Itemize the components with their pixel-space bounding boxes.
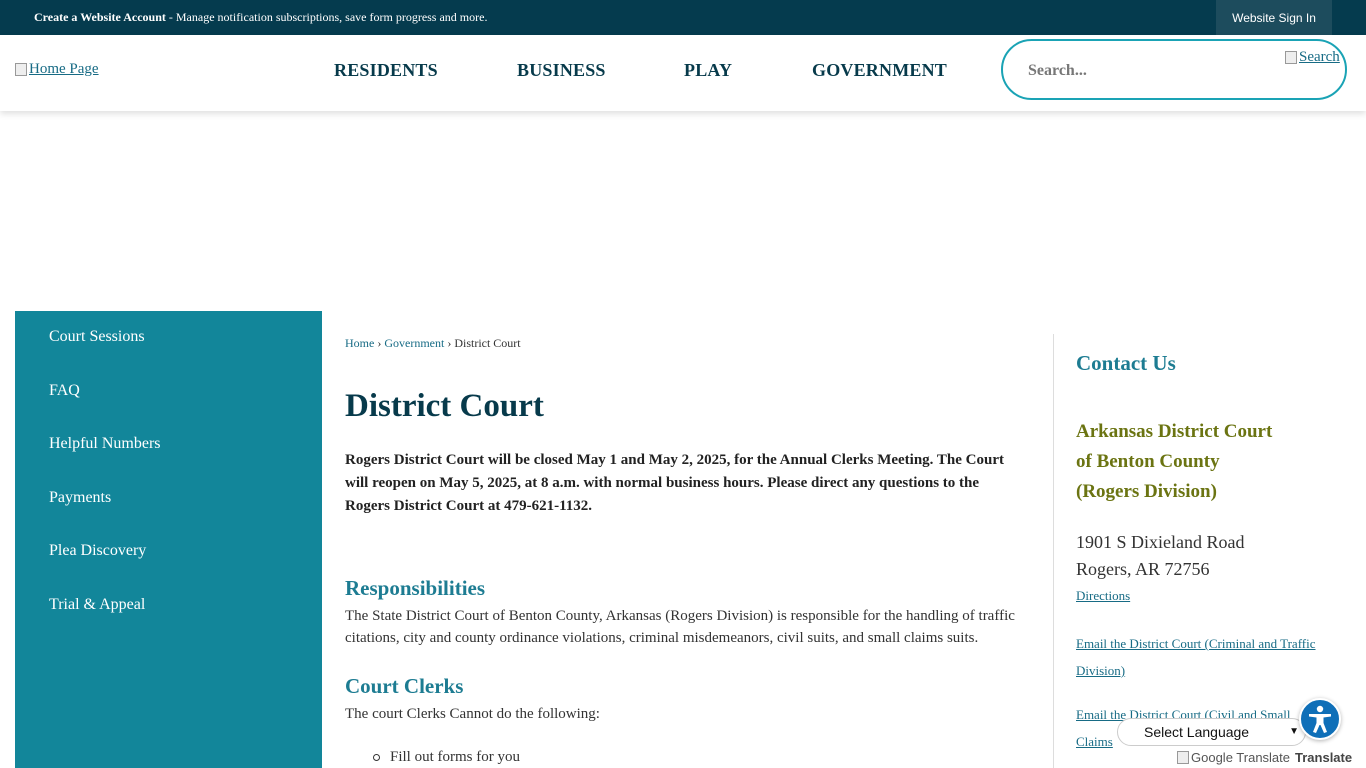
sidebar-nav: Court Sessions FAQ Helpful Numbers Payme… [15,311,322,768]
google-translate-alt: Google Translate [1191,750,1291,765]
account-banner: Create a Website Account - Manage notifi… [34,10,487,25]
search-placeholder: Search... [1028,62,1087,79]
website-sign-in-button[interactable]: Website Sign In [1216,0,1332,35]
breadcrumb-separator: › [447,336,452,350]
create-account-link[interactable]: Create a Website Account [34,10,166,24]
breadcrumb-current: District Court [454,336,521,350]
account-description: - Manage notification subscriptions, sav… [165,10,488,24]
sidebar-item-faq[interactable]: FAQ [49,382,80,400]
google-translate-credit: Google Translate Translate [1177,750,1352,765]
court-name: Arkansas District Court of Benton County… [1076,417,1272,507]
nav-residents[interactable]: RESIDENTS [334,60,438,81]
search-button-alt-text: Search [1299,49,1340,65]
address-line-1: 1901 S Dixieland Road [1076,532,1245,552]
nav-business[interactable]: BUSINESS [517,60,606,81]
court-clerks-text: The court Clerks Cannot do the following… [345,706,600,722]
page-title: District Court [345,388,544,424]
sidebar-item-plea-discovery[interactable]: Plea Discovery [49,542,146,560]
address-line-2: Rogers, AR 72756 [1076,559,1210,579]
court-name-line-1: Arkansas District Court [1076,421,1273,442]
contact-us-heading: Contact Us [1076,351,1176,375]
site-header: Home Page RESIDENTS BUSINESS PLAY GOVERN… [0,35,1366,111]
nav-government[interactable]: GOVERNMENT [812,60,947,81]
broken-image-icon [1285,51,1297,64]
sidebar-item-helpful-numbers[interactable]: Helpful Numbers [49,435,161,453]
responsibilities-heading: Responsibilities [345,576,486,600]
broken-image-icon [15,63,27,76]
sidebar-item-court-sessions[interactable]: Court Sessions [49,328,145,346]
sidebar-item-trial-appeal[interactable]: Trial & Appeal [49,596,145,614]
sidebar-item-payments[interactable]: Payments [49,489,111,507]
court-address: 1901 S Dixieland Road Rogers, AR 72756 [1076,529,1245,583]
bullet-icon [373,754,380,762]
accessibility-icon [1309,705,1331,733]
accessibility-button[interactable] [1299,698,1341,740]
search-button[interactable]: Search [1285,49,1340,66]
breadcrumb-separator: › [377,336,382,350]
court-name-line-2: of Benton County [1076,451,1220,472]
broken-image-icon [1177,751,1189,764]
closure-notice: Rogers District Court will be closed May… [345,452,1004,514]
email-criminal-line-1: Email the District Court (Criminal and T… [1076,636,1316,651]
directions-link[interactable]: Directions [1076,582,1130,609]
court-name-line-3: (Rogers Division) [1076,481,1217,502]
nav-play[interactable]: PLAY [684,60,732,81]
court-clerks-heading: Court Clerks [345,674,464,698]
list-item: Fill out forms for you [373,749,520,766]
home-page-alt-text: Home Page [29,61,99,77]
responsibilities-text: The State District Court of Benton Count… [345,608,1015,646]
email-criminal-traffic-link[interactable]: Email the District Court (Criminal and T… [1076,630,1316,684]
list-item-text: Fill out forms for you [390,749,520,765]
home-page-logo-link[interactable]: Home Page [15,61,99,78]
translate-label: Translate [1295,750,1353,765]
breadcrumb-home[interactable]: Home [345,336,374,350]
column-divider [1053,334,1054,768]
email-civil-line-2: Claims [1076,734,1113,749]
language-select-value: Select Language [1144,724,1250,740]
top-bar: Create a Website Account - Manage notifi… [0,0,1366,35]
email-criminal-line-2: Division) [1076,663,1126,678]
breadcrumb: Home › Government › District Court [345,336,521,351]
chevron-down-icon: ▼ [1289,726,1299,737]
breadcrumb-government[interactable]: Government [384,336,444,350]
language-select[interactable]: Select Language ▼ [1117,718,1306,746]
